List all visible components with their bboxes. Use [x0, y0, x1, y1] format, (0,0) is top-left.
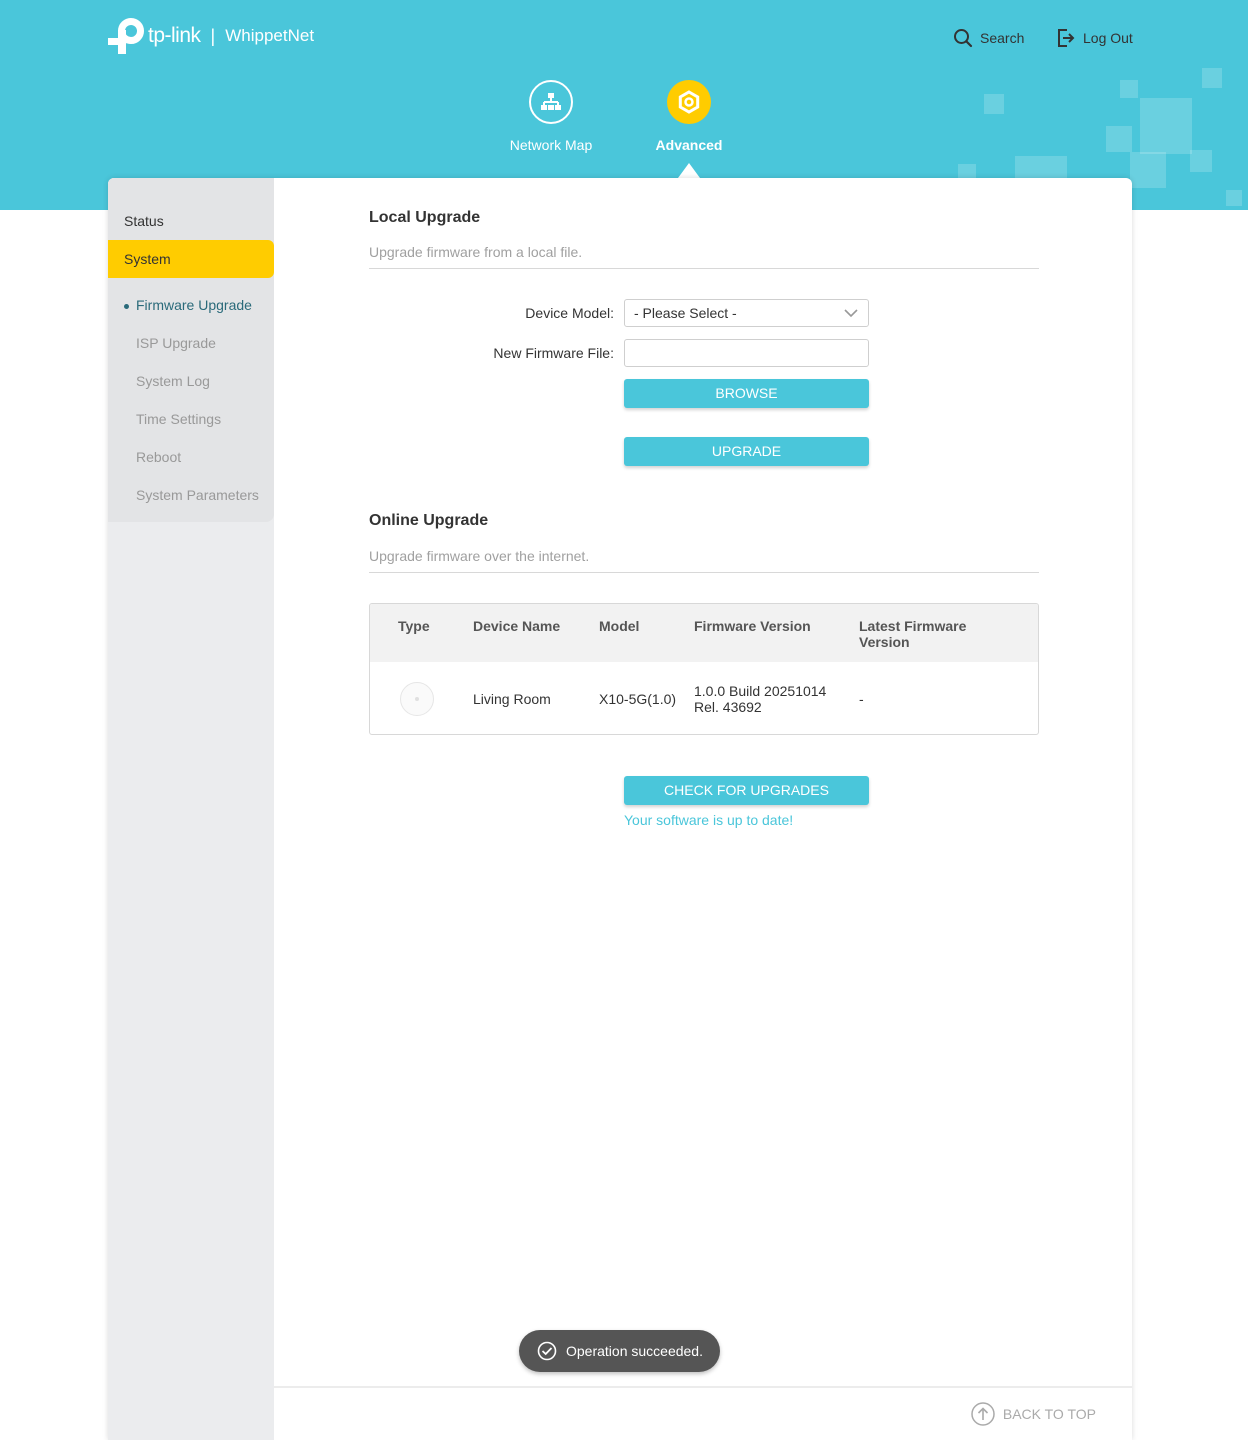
device-model-label: Device Model:	[525, 305, 614, 321]
sidebar-subitem-system-parameters[interactable]: System Parameters	[136, 487, 259, 503]
firmware-version-cell: 1.0.0 Build 20251014 Rel. 43692	[694, 683, 826, 715]
device-model-value: - Please Select -	[634, 305, 737, 321]
firmware-version-line: Rel. 43692	[694, 699, 762, 715]
nav-network-map[interactable]: Network Map	[496, 80, 606, 153]
sidebar-subitem-label: System Log	[136, 373, 210, 389]
toast-message: Operation succeeded.	[566, 1343, 703, 1359]
search-label: Search	[980, 30, 1025, 46]
sidebar-subitem-isp-upgrade[interactable]: ISP Upgrade	[136, 335, 216, 351]
sidebar-subitem-time-settings[interactable]: Time Settings	[136, 411, 221, 427]
sidebar-subitem-label: System Parameters	[136, 487, 259, 503]
column-header-model: Model	[599, 618, 640, 634]
sidebar-item-label: System	[124, 251, 171, 267]
latest-firmware-version-cell: -	[859, 691, 864, 707]
active-nav-pointer	[678, 163, 700, 178]
sidebar-item-status[interactable]: Status	[108, 202, 274, 240]
model-cell: X10-5G(1.0)	[599, 691, 677, 707]
sidebar-subitem-label: ISP Upgrade	[136, 335, 216, 351]
arrow-up-circle-icon	[971, 1402, 995, 1426]
decor-square	[984, 94, 1004, 114]
logout-label: Log Out	[1083, 30, 1133, 46]
network-name: WhippetNet	[225, 26, 315, 45]
chevron-down-icon	[844, 309, 858, 318]
sidebar: Status System Firmware Upgrade ISP Upgra…	[108, 178, 274, 1440]
devices-table: Type Device Name Model Firmware Version …	[369, 603, 1039, 735]
nav-advanced[interactable]: Advanced	[634, 80, 744, 153]
device-icon	[400, 682, 434, 716]
nav-network-map-label: Network Map	[509, 137, 593, 153]
online-upgrade-description: Upgrade firmware over the internet.	[369, 548, 1039, 573]
decor-square	[1202, 68, 1222, 88]
upgrade-button[interactable]: UPGRADE	[624, 437, 869, 466]
success-toast: Operation succeeded.	[519, 1330, 720, 1372]
back-to-top-label: BACK TO TOP	[1002, 1406, 1096, 1422]
table-header: Type Device Name Model Firmware Version …	[370, 604, 1038, 662]
column-header-latest-firmware-version: Latest Firmware Version	[859, 618, 967, 650]
logout-button[interactable]: Log Out	[1057, 26, 1133, 50]
local-upgrade-description: Upgrade firmware from a local file.	[369, 244, 1039, 269]
check-for-upgrades-button[interactable]: CHECK FOR UPGRADES	[624, 776, 869, 805]
column-header-device-name: Device Name	[473, 618, 561, 634]
sidebar-subitem-label: Firmware Upgrade	[136, 297, 252, 313]
sidebar-subitem-reboot[interactable]: Reboot	[136, 449, 181, 465]
column-header-firmware-version: Firmware Version	[694, 618, 811, 634]
column-header-type: Type	[398, 618, 430, 634]
online-upgrade-title: Online Upgrade	[369, 512, 489, 529]
sidebar-item-system[interactable]: System	[108, 240, 274, 278]
decor-square	[1106, 126, 1132, 152]
logo-mark-icon	[108, 18, 144, 54]
device-model-select[interactable]: - Please Select -	[624, 299, 869, 327]
firmware-file-input[interactable]	[624, 339, 869, 367]
tp-link-logo[interactable]: tp-link | WhippetNet	[108, 18, 314, 54]
firmware-file-label: New Firmware File:	[493, 345, 614, 361]
content-area: Local Upgrade Upgrade firmware from a lo…	[274, 178, 1132, 1440]
sidebar-subitem-system-log[interactable]: System Log	[136, 373, 210, 389]
upgrade-status-message: Your software is up to date!	[624, 812, 794, 828]
device-name-cell: Living Room	[473, 691, 551, 707]
search-icon	[954, 29, 973, 48]
firmware-version-line: 1.0.0 Build 20251014	[694, 683, 827, 699]
decor-square	[1120, 80, 1138, 98]
footer: BACK TO TOP	[274, 1386, 1132, 1440]
brand-separator: |	[210, 25, 216, 46]
decor-square	[1130, 152, 1166, 188]
sidebar-subitem-label: Time Settings	[136, 411, 222, 427]
nav-advanced-label: Advanced	[655, 137, 723, 153]
brand-name: tp-link	[148, 24, 201, 47]
main-panel: Status System Firmware Upgrade ISP Upgra…	[108, 178, 1132, 1440]
decor-square	[1140, 98, 1192, 154]
sidebar-subitem-firmware-upgrade[interactable]: Firmware Upgrade	[124, 297, 252, 313]
network-map-icon	[529, 80, 573, 124]
browse-button[interactable]: BROWSE	[624, 379, 869, 408]
back-to-top-button[interactable]: BACK TO TOP	[971, 1402, 1096, 1426]
check-circle-icon	[537, 1341, 557, 1361]
logout-icon	[1058, 29, 1075, 47]
local-upgrade-title: Local Upgrade	[369, 209, 481, 226]
advanced-gear-icon	[667, 80, 711, 124]
sidebar-item-label: Status	[124, 213, 164, 229]
sidebar-subitem-label: Reboot	[136, 449, 182, 465]
decor-square	[1190, 150, 1212, 172]
decor-square	[1226, 190, 1242, 206]
search-button[interactable]: Search	[953, 26, 1024, 50]
